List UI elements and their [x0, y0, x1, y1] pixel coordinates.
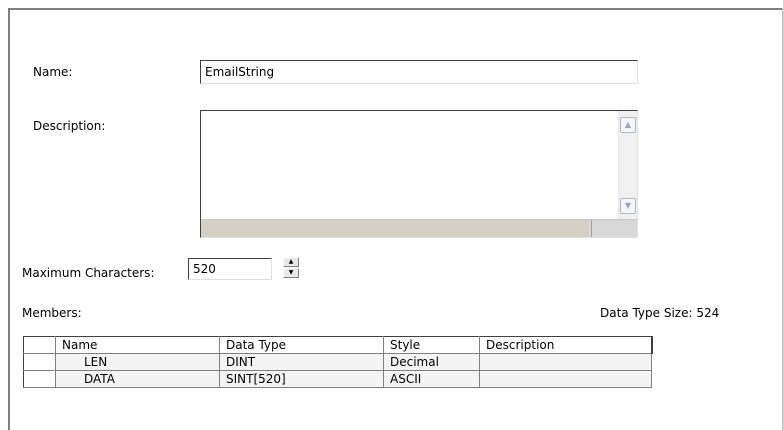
table-row[interactable]: LEN DINT Decimal — [23, 353, 652, 371]
scroll-down-icon[interactable]: ▼ — [620, 198, 636, 214]
horizontal-scroll-thumb[interactable] — [201, 220, 589, 237]
column-header-name[interactable]: Name — [55, 336, 220, 354]
cell-style[interactable]: ASCII — [383, 370, 480, 388]
row-selector[interactable] — [23, 353, 56, 371]
max-characters-label: Maximum Characters: — [22, 266, 155, 280]
cell-data-type[interactable]: SINT[520] — [219, 370, 384, 388]
description-horizontal-scrollbar[interactable] — [201, 219, 637, 237]
members-label: Members: — [22, 306, 82, 320]
cell-style[interactable]: Decimal — [383, 353, 480, 371]
scrollbar-corner-divider — [591, 220, 592, 237]
cell-name[interactable]: LEN — [55, 353, 220, 371]
row-selector[interactable] — [23, 370, 56, 388]
description-vertical-scrollbar[interactable]: ▲ ▼ — [618, 111, 637, 220]
column-header-style[interactable]: Style — [383, 336, 480, 354]
table-row[interactable]: DATA SINT[520] ASCII — [23, 370, 652, 388]
string-type-properties-window: Name: Description: ▲ ▼ Maximum Character… — [0, 0, 783, 430]
spin-up-icon[interactable]: ▲ — [283, 257, 299, 267]
description-textarea[interactable]: ▲ ▼ — [200, 110, 638, 238]
cell-name[interactable]: DATA — [55, 370, 220, 388]
data-type-size-label: Data Type Size: 524 — [600, 306, 720, 320]
name-input[interactable] — [200, 60, 638, 84]
max-characters-input[interactable] — [188, 258, 272, 280]
spin-down-icon[interactable]: ▼ — [283, 268, 299, 278]
cell-description[interactable] — [479, 353, 652, 371]
members-grid: Name Data Type Style Description LEN DIN… — [23, 336, 653, 388]
header-row-selector[interactable] — [23, 336, 56, 354]
scroll-up-icon[interactable]: ▲ — [620, 117, 636, 133]
column-header-data-type[interactable]: Data Type — [219, 336, 384, 354]
description-label: Description: — [33, 119, 106, 133]
column-header-description[interactable]: Description — [479, 336, 653, 354]
window-frame-top — [8, 8, 783, 10]
cell-data-type[interactable]: DINT — [219, 353, 384, 371]
name-label: Name: — [33, 65, 73, 79]
window-frame-left — [8, 8, 10, 430]
cell-description[interactable] — [479, 370, 652, 388]
max-characters-spinner[interactable]: ▲ ▼ — [283, 257, 299, 278]
members-grid-header: Name Data Type Style Description — [23, 336, 653, 354]
